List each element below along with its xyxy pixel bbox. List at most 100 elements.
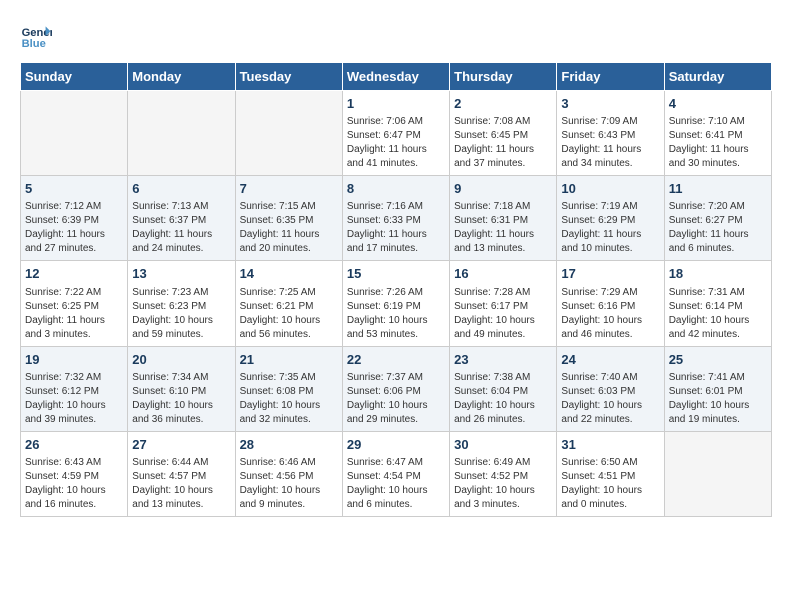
day-info: Sunrise: 7:26 AM Sunset: 6:19 PM Dayligh… <box>347 286 445 342</box>
calendar-cell: 11Sunrise: 7:20 AM Sunset: 6:27 PM Dayli… <box>664 176 771 261</box>
calendar-cell: 13 Sunrise: 7:23 AM Sunset: 6:23 PM Dayli… <box>128 261 235 346</box>
day-info: Sunrise: 7:20 AM Sunset: 6:27 PM Dayligh… <box>669 200 767 256</box>
calendar-cell: 20 Sunrise: 7:34 AM Sunset: 6:10 PM Dayli… <box>128 346 235 431</box>
day-number: 27 <box>132 436 230 454</box>
day-info: Sunrise: 6:44 AM Sunset: 4:57 PM Dayligh… <box>132 456 230 512</box>
day-info: Sunrise: 7:41 AM Sunset: 6:01 PM Dayligh… <box>669 371 767 427</box>
weekday-header-thursday: Thursday <box>450 63 557 91</box>
calendar-week-row: 5Sunrise: 7:12 AM Sunset: 6:39 PM Daylig… <box>21 176 772 261</box>
calendar-cell: 26 Sunrise: 6:43 AM Sunset: 4:59 PM Dayli… <box>21 431 128 516</box>
day-info: Sunrise: 7:19 AM Sunset: 6:29 PM Dayligh… <box>561 200 659 256</box>
logo-icon: General Blue <box>20 20 52 52</box>
weekday-header-saturday: Saturday <box>664 63 771 91</box>
weekday-header-row: SundayMondayTuesdayWednesdayThursdayFrid… <box>21 63 772 91</box>
calendar-cell: 18 Sunrise: 7:31 AM Sunset: 6:14 PM Dayli… <box>664 261 771 346</box>
day-number: 14 <box>240 265 338 283</box>
day-info: Sunrise: 7:35 AM Sunset: 6:08 PM Dayligh… <box>240 371 338 427</box>
day-number: 16 <box>454 265 552 283</box>
calendar-cell: 9 Sunrise: 7:18 AM Sunset: 6:31 PM Daylig… <box>450 176 557 261</box>
calendar-cell: 3Sunrise: 7:09 AM Sunset: 6:43 PM Daylig… <box>557 91 664 176</box>
calendar-cell: 23 Sunrise: 7:38 AM Sunset: 6:04 PM Dayli… <box>450 346 557 431</box>
day-number: 20 <box>132 351 230 369</box>
calendar-cell: 24 Sunrise: 7:40 AM Sunset: 6:03 PM Dayli… <box>557 346 664 431</box>
calendar-cell: 22 Sunrise: 7:37 AM Sunset: 6:06 PM Dayli… <box>342 346 449 431</box>
calendar-cell: 4 Sunrise: 7:10 AM Sunset: 6:41 PM Daylig… <box>664 91 771 176</box>
calendar-cell: 5Sunrise: 7:12 AM Sunset: 6:39 PM Daylig… <box>21 176 128 261</box>
day-info: Sunrise: 7:15 AM Sunset: 6:35 PM Dayligh… <box>240 200 338 256</box>
day-info: Sunrise: 7:23 AM Sunset: 6:23 PM Dayligh… <box>132 286 230 342</box>
day-number: 22 <box>347 351 445 369</box>
day-info: Sunrise: 7:18 AM Sunset: 6:31 PM Dayligh… <box>454 200 552 256</box>
calendar-cell: 27 Sunrise: 6:44 AM Sunset: 4:57 PM Dayli… <box>128 431 235 516</box>
day-info: Sunrise: 7:29 AM Sunset: 6:16 PM Dayligh… <box>561 286 659 342</box>
day-number: 18 <box>669 265 767 283</box>
day-info: Sunrise: 7:13 AM Sunset: 6:37 PM Dayligh… <box>132 200 230 256</box>
day-info: Sunrise: 7:16 AM Sunset: 6:33 PM Dayligh… <box>347 200 445 256</box>
calendar-cell: 31 Sunrise: 6:50 AM Sunset: 4:51 PM Dayli… <box>557 431 664 516</box>
day-number: 5 <box>25 180 123 198</box>
day-info: Sunrise: 7:09 AM Sunset: 6:43 PM Dayligh… <box>561 115 659 171</box>
day-info: Sunrise: 7:22 AM Sunset: 6:25 PM Dayligh… <box>25 286 123 342</box>
weekday-header-wednesday: Wednesday <box>342 63 449 91</box>
day-info: Sunrise: 7:10 AM Sunset: 6:41 PM Dayligh… <box>669 115 767 171</box>
logo: General Blue <box>20 20 52 52</box>
day-number: 12 <box>25 265 123 283</box>
day-info: Sunrise: 7:25 AM Sunset: 6:21 PM Dayligh… <box>240 286 338 342</box>
calendar-cell: 1Sunrise: 7:06 AM Sunset: 6:47 PM Daylig… <box>342 91 449 176</box>
calendar-week-row: 1Sunrise: 7:06 AM Sunset: 6:47 PM Daylig… <box>21 91 772 176</box>
day-info: Sunrise: 7:37 AM Sunset: 6:06 PM Dayligh… <box>347 371 445 427</box>
day-info: Sunrise: 6:49 AM Sunset: 4:52 PM Dayligh… <box>454 456 552 512</box>
calendar-cell: 16 Sunrise: 7:28 AM Sunset: 6:17 PM Dayli… <box>450 261 557 346</box>
calendar-cell: 29 Sunrise: 6:47 AM Sunset: 4:54 PM Dayli… <box>342 431 449 516</box>
day-info: Sunrise: 6:46 AM Sunset: 4:56 PM Dayligh… <box>240 456 338 512</box>
day-info: Sunrise: 7:40 AM Sunset: 6:03 PM Dayligh… <box>561 371 659 427</box>
day-info: Sunrise: 6:50 AM Sunset: 4:51 PM Dayligh… <box>561 456 659 512</box>
day-number: 29 <box>347 436 445 454</box>
calendar-week-row: 26 Sunrise: 6:43 AM Sunset: 4:59 PM Dayli… <box>21 431 772 516</box>
day-info: Sunrise: 7:34 AM Sunset: 6:10 PM Dayligh… <box>132 371 230 427</box>
weekday-header-tuesday: Tuesday <box>235 63 342 91</box>
calendar-cell: 2 Sunrise: 7:08 AM Sunset: 6:45 PM Daylig… <box>450 91 557 176</box>
svg-text:Blue: Blue <box>22 38 46 50</box>
day-number: 13 <box>132 265 230 283</box>
calendar-cell: 19Sunrise: 7:32 AM Sunset: 6:12 PM Dayli… <box>21 346 128 431</box>
calendar-cell: 28 Sunrise: 6:46 AM Sunset: 4:56 PM Dayli… <box>235 431 342 516</box>
page-header: General Blue <box>20 20 772 52</box>
day-number: 28 <box>240 436 338 454</box>
day-number: 9 <box>454 180 552 198</box>
day-number: 24 <box>561 351 659 369</box>
calendar-cell: 17 Sunrise: 7:29 AM Sunset: 6:16 PM Dayli… <box>557 261 664 346</box>
day-number: 4 <box>669 95 767 113</box>
calendar-cell <box>664 431 771 516</box>
calendar-cell <box>235 91 342 176</box>
calendar-cell: 15Sunrise: 7:26 AM Sunset: 6:19 PM Dayli… <box>342 261 449 346</box>
calendar-cell: 21Sunrise: 7:35 AM Sunset: 6:08 PM Dayli… <box>235 346 342 431</box>
calendar-week-row: 12 Sunrise: 7:22 AM Sunset: 6:25 PM Dayli… <box>21 261 772 346</box>
day-number: 25 <box>669 351 767 369</box>
day-info: Sunrise: 7:08 AM Sunset: 6:45 PM Dayligh… <box>454 115 552 171</box>
day-info: Sunrise: 7:28 AM Sunset: 6:17 PM Dayligh… <box>454 286 552 342</box>
day-number: 10 <box>561 180 659 198</box>
day-number: 26 <box>25 436 123 454</box>
day-number: 23 <box>454 351 552 369</box>
calendar-cell: 7 Sunrise: 7:15 AM Sunset: 6:35 PM Daylig… <box>235 176 342 261</box>
calendar-cell: 6 Sunrise: 7:13 AM Sunset: 6:37 PM Daylig… <box>128 176 235 261</box>
day-number: 30 <box>454 436 552 454</box>
calendar-cell: 8 Sunrise: 7:16 AM Sunset: 6:33 PM Daylig… <box>342 176 449 261</box>
day-info: Sunrise: 6:43 AM Sunset: 4:59 PM Dayligh… <box>25 456 123 512</box>
weekday-header-monday: Monday <box>128 63 235 91</box>
calendar-cell: 30 Sunrise: 6:49 AM Sunset: 4:52 PM Dayli… <box>450 431 557 516</box>
day-number: 2 <box>454 95 552 113</box>
day-number: 8 <box>347 180 445 198</box>
weekday-header-sunday: Sunday <box>21 63 128 91</box>
weekday-header-friday: Friday <box>557 63 664 91</box>
day-info: Sunrise: 6:47 AM Sunset: 4:54 PM Dayligh… <box>347 456 445 512</box>
day-info: Sunrise: 7:31 AM Sunset: 6:14 PM Dayligh… <box>669 286 767 342</box>
calendar-cell: 25 Sunrise: 7:41 AM Sunset: 6:01 PM Dayli… <box>664 346 771 431</box>
day-number: 17 <box>561 265 659 283</box>
day-number: 7 <box>240 180 338 198</box>
day-info: Sunrise: 7:38 AM Sunset: 6:04 PM Dayligh… <box>454 371 552 427</box>
day-number: 6 <box>132 180 230 198</box>
day-number: 31 <box>561 436 659 454</box>
day-number: 1 <box>347 95 445 113</box>
